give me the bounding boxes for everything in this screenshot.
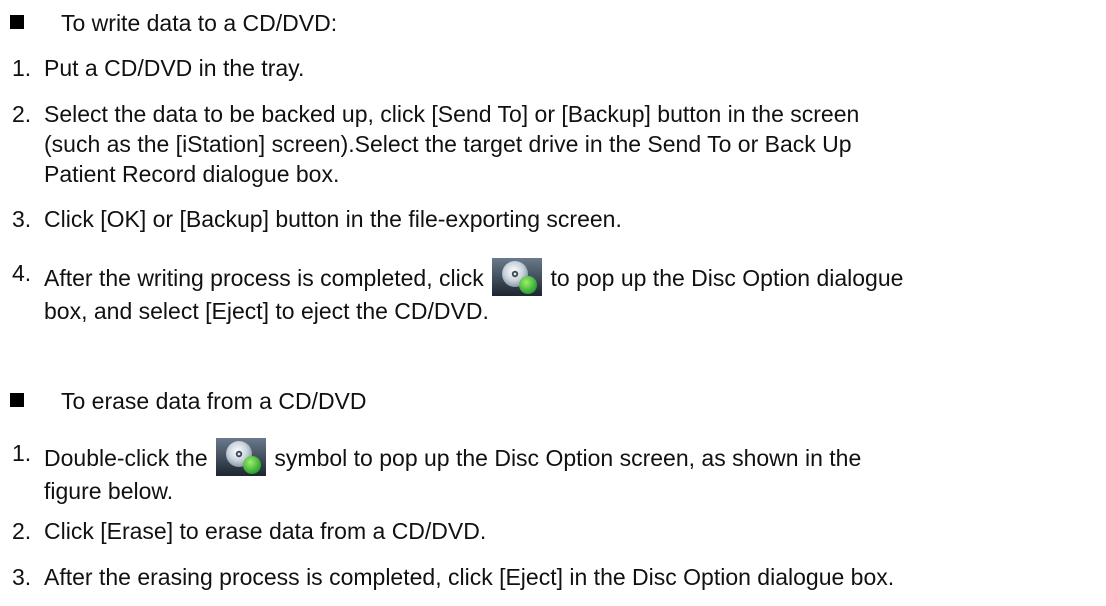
step-text-line: Patient Record dialogue box. bbox=[44, 161, 340, 187]
step-number: 1. bbox=[12, 55, 32, 81]
step-text: Click [OK] or [Backup] button in the fil… bbox=[44, 206, 622, 232]
step-text-before: Double-click the bbox=[44, 445, 208, 471]
step-number: 2. bbox=[12, 518, 32, 544]
step-text: Double-click the symbol to pop up the Di… bbox=[44, 438, 1076, 506]
step-number: 4. bbox=[12, 260, 32, 286]
step-text-line: (such as the [iStation] screen).Select t… bbox=[44, 131, 852, 157]
erase-step-1: 1. Double-click the symbol to pop up the… bbox=[0, 430, 1106, 504]
disc-option-icon[interactable] bbox=[216, 438, 267, 476]
step-text-after: to pop up the Disc Option dialogue bbox=[550, 265, 904, 291]
step-text: After the erasing process is completed, … bbox=[44, 564, 895, 590]
erase-section-heading-row: To erase data from a CD/DVD bbox=[0, 386, 1106, 416]
step-number: 1. bbox=[12, 440, 32, 466]
step-number: 2. bbox=[12, 101, 32, 127]
erase-section-heading: To erase data from a CD/DVD bbox=[61, 388, 367, 414]
write-step-2: 2. Select the data to be backed up, clic… bbox=[0, 99, 1106, 195]
erase-step-2: 2. Click [Erase] to erase data from a CD… bbox=[0, 516, 1106, 546]
step-text: After the writing process is completed, … bbox=[44, 258, 1076, 326]
step-text-line: figure below. bbox=[44, 478, 174, 504]
step-text-before: After the writing process is completed, … bbox=[44, 265, 484, 291]
step-text-line: Select the data to be backed up, click [… bbox=[44, 101, 860, 127]
manual-page: To write data to a CD/DVD: 1. Put a CD/D… bbox=[0, 0, 1106, 606]
step-text: Select the data to be backed up, click [… bbox=[44, 99, 1076, 189]
erase-step-3: 3. After the erasing process is complete… bbox=[0, 562, 1106, 592]
write-step-1: 1. Put a CD/DVD in the tray. bbox=[0, 53, 1106, 83]
write-section-heading-row: To write data to a CD/DVD: bbox=[0, 8, 1106, 38]
step-text: Put a CD/DVD in the tray. bbox=[44, 55, 305, 81]
write-step-3: 3. Click [OK] or [Backup] button in the … bbox=[0, 204, 1106, 234]
step-number: 3. bbox=[12, 206, 32, 232]
step-text-line: box, and select [Eject] to eject the CD/… bbox=[44, 298, 489, 324]
step-text: Click [Erase] to erase data from a CD/DV… bbox=[44, 518, 487, 544]
step-text-after: symbol to pop up the Disc Option screen,… bbox=[274, 445, 862, 471]
square-bullet-icon bbox=[10, 393, 24, 407]
disc-option-icon[interactable] bbox=[492, 258, 543, 296]
square-bullet-icon bbox=[10, 15, 24, 29]
write-section-heading: To write data to a CD/DVD: bbox=[61, 10, 338, 36]
step-number: 3. bbox=[12, 564, 32, 590]
write-step-4: 4. After the writing process is complete… bbox=[0, 250, 1106, 324]
